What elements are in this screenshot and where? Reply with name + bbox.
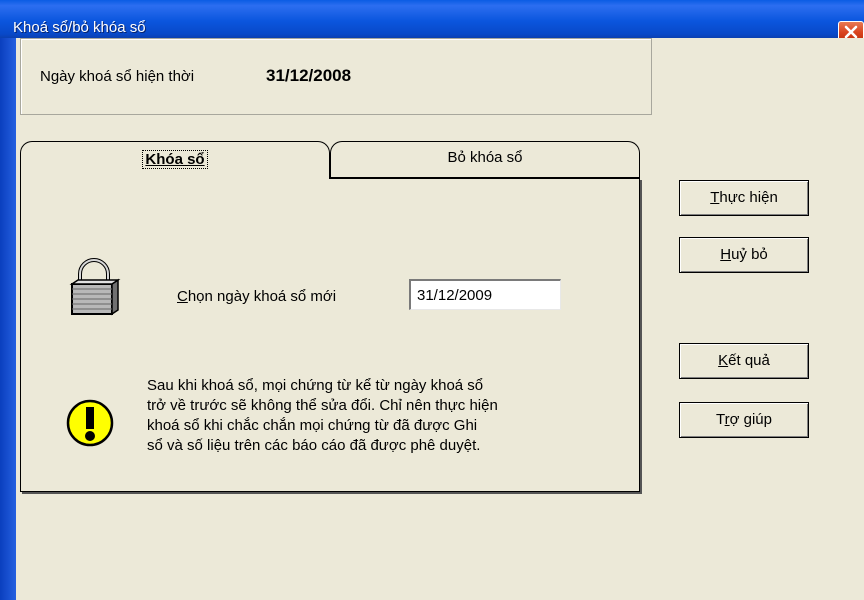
cancel-button[interactable]: Huỷ bỏ bbox=[679, 237, 809, 273]
current-date-label: Ngày khoá sổ hiện thời bbox=[40, 68, 195, 85]
current-date-value: 31/12/2008 bbox=[266, 66, 352, 85]
result-button[interactable]: Kết quả bbox=[679, 343, 809, 379]
execute-button[interactable]: Thực hiện bbox=[679, 180, 809, 216]
tab-unlock[interactable]: Bỏ khóa sổ bbox=[330, 141, 640, 177]
window-title: Khoá sổ/bỏ khóa sổ bbox=[13, 19, 146, 36]
new-date-label: Chọn ngày khoá sổ mới bbox=[177, 288, 337, 305]
help-button[interactable]: Trợ giúp bbox=[679, 402, 809, 438]
close-icon bbox=[844, 25, 858, 38]
window-border-left bbox=[0, 38, 16, 600]
warning-icon bbox=[66, 399, 114, 447]
tab-divider bbox=[330, 177, 640, 178]
warning-text: Sau khi khoá sổ, mọi chứng từ kể từ ngày… bbox=[147, 377, 498, 454]
new-date-field[interactable] bbox=[409, 279, 561, 310]
dialog-window: Khoá sổ/bỏ khóa sổ Ngày khoá sổ hiện thờ… bbox=[0, 0, 864, 600]
tab-unlock-label: Bỏ khóa sổ bbox=[447, 149, 523, 166]
title-bar[interactable]: Khoá sổ/bỏ khóa sổ bbox=[0, 0, 864, 42]
tab-lock[interactable]: Khóa sổ bbox=[20, 141, 330, 179]
padlock-icon bbox=[69, 258, 121, 316]
tab-lock-label: Khóa sổ bbox=[142, 150, 208, 169]
